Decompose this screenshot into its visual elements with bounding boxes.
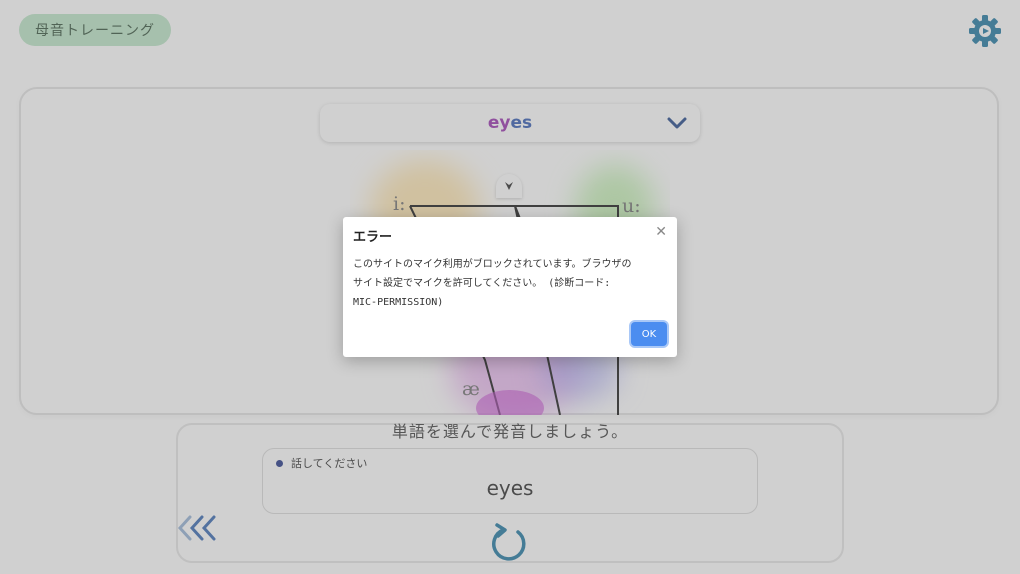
app-root: 母音トレーニング ey es i: u: æ 単語を選んで発音しましょう。 話し… (0, 0, 1020, 574)
close-icon[interactable]: ✕ (655, 224, 667, 240)
error-dialog: エラー ✕ このサイトのマイク利用がブロックされています。ブラウザの サイト設定… (343, 217, 677, 357)
dialog-message-line: サイト設定でマイクを許可してください。 (診断コード: (353, 278, 611, 289)
dialog-message-line: このサイトのマイク利用がブロックされています。ブラウザの (353, 259, 632, 270)
dialog-message-line: MIC-PERMISSION) (353, 297, 444, 308)
dialog-title: エラー (353, 230, 393, 245)
dialog-message: このサイトのマイク利用がブロックされています。ブラウザの サイト設定でマイクを許… (353, 255, 668, 312)
ok-button[interactable]: OK (631, 322, 667, 346)
